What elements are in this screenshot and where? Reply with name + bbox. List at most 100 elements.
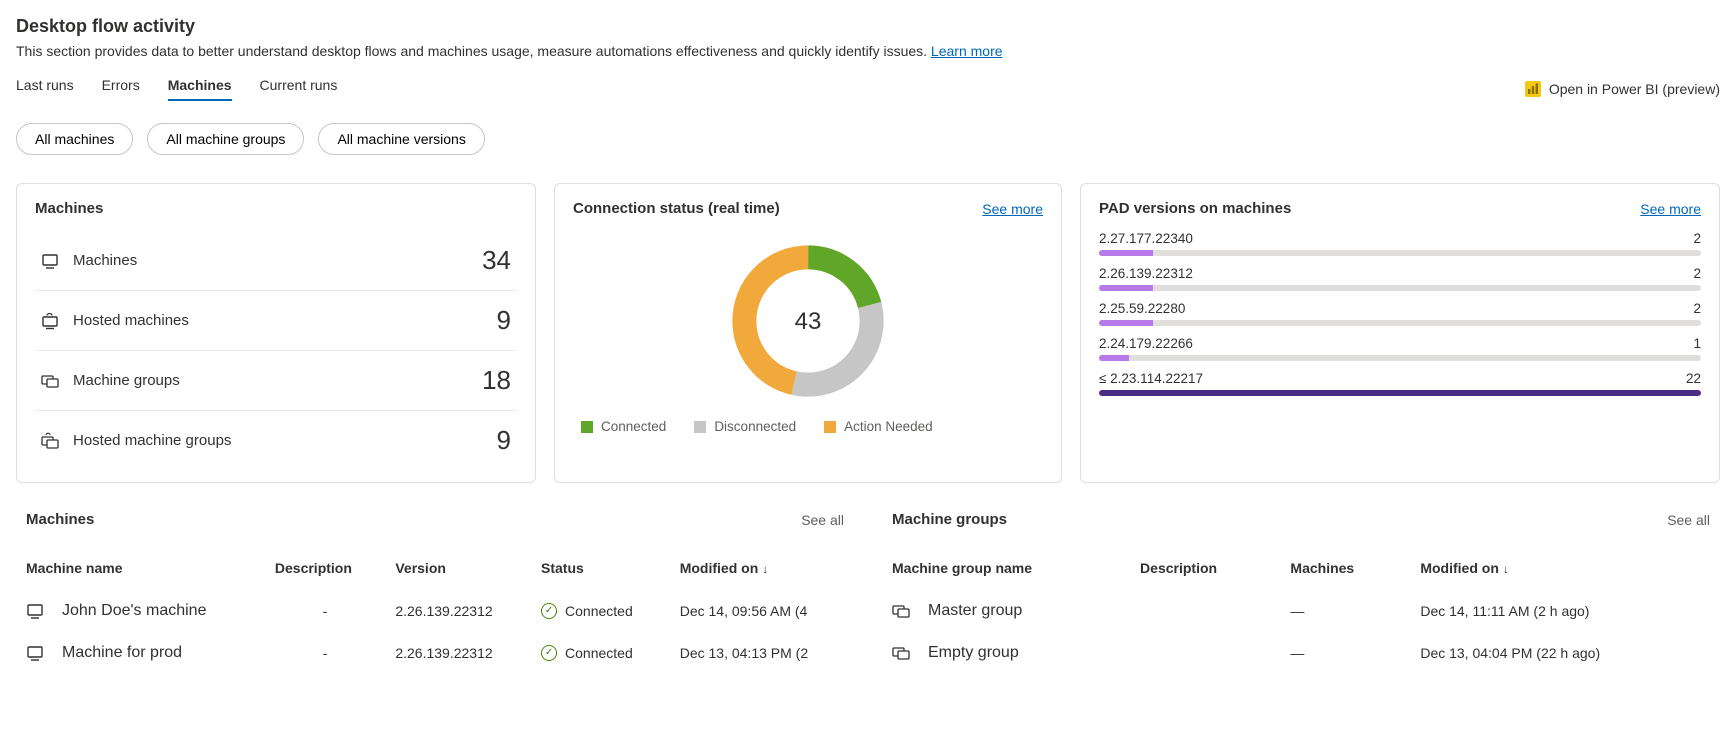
stat-value: 9 — [497, 305, 511, 336]
learn-more-link[interactable]: Learn more — [931, 43, 1003, 59]
legend-label: Action Needed — [844, 419, 933, 434]
column-header-modified-on[interactable]: Modified on↓ — [1410, 550, 1720, 590]
pad-bar-fill — [1099, 355, 1129, 361]
pad-version-count: 22 — [1686, 371, 1701, 386]
legend-item-action-needed: Action Needed — [824, 419, 933, 434]
machine-groups-table: Machine group nameDescriptionMachinesMod… — [882, 550, 1720, 674]
column-header-machine-group-name[interactable]: Machine group name — [882, 550, 1130, 590]
column-header-machine-name[interactable]: Machine name — [16, 550, 265, 590]
pad-version-label: 2.27.177.22340 — [1099, 231, 1193, 246]
machines-table-card: Machines See all Machine nameDescription… — [16, 511, 854, 674]
pad-versions-card: PAD versions on machines See more 2.27.1… — [1080, 183, 1720, 483]
machine-name: John Doe's machine — [62, 602, 206, 620]
stat-label-text: Hosted machines — [73, 312, 189, 329]
machine-status: Connected — [565, 645, 633, 661]
group-name: Master group — [928, 602, 1022, 620]
open-in-powerbi-button[interactable]: Open in Power BI (preview) — [1525, 81, 1720, 97]
stat-row-hosted-machine-groups[interactable]: Hosted machine groups 9 — [35, 411, 517, 470]
pad-version-count: 2 — [1693, 301, 1701, 316]
desktop-group-icon — [892, 644, 910, 662]
machine-description: - — [265, 632, 385, 674]
sort-arrow-down-icon: ↓ — [762, 562, 768, 576]
legend-label: Connected — [601, 419, 666, 434]
tab-current-runs[interactable]: Current runs — [260, 77, 338, 101]
stat-row-machine-groups[interactable]: Machine groups 18 — [35, 351, 517, 411]
table-row[interactable]: John Doe's machine - 2.26.139.22312 ✓Con… — [16, 590, 854, 632]
column-header-description[interactable]: Description — [265, 550, 385, 590]
subtitle-text: This section provides data to better und… — [16, 43, 931, 59]
sort-arrow-down-icon: ↓ — [1503, 562, 1509, 576]
tabs-bar: Last runs Errors Machines Current runs — [16, 77, 337, 101]
pad-see-more-link[interactable]: See more — [1640, 201, 1701, 217]
machines-see-all-link[interactable]: See all — [801, 512, 844, 528]
machine-status: Connected — [565, 603, 633, 619]
pad-bar-track — [1099, 285, 1701, 291]
pad-version-label: ≤ 2.23.114.22217 — [1099, 371, 1203, 386]
tab-errors[interactable]: Errors — [102, 77, 140, 101]
table-row[interactable]: Machine for prod - 2.26.139.22312 ✓Conne… — [16, 632, 854, 674]
tab-last-runs[interactable]: Last runs — [16, 77, 74, 101]
filter-pills-row: All machines All machine groups All machin… — [16, 123, 1720, 155]
table-row[interactable]: Empty group — Dec 13, 04:04 PM (22 h ago… — [882, 632, 1720, 674]
pad-bar-track — [1099, 390, 1701, 396]
machine-groups-table-card: Machine groups See all Machine group nam… — [882, 511, 1720, 674]
pad-version-row[interactable]: ≤ 2.23.114.22217 22 — [1099, 371, 1701, 396]
stat-label-text: Hosted machine groups — [73, 432, 231, 449]
pad-version-row[interactable]: 2.25.59.22280 2 — [1099, 301, 1701, 326]
column-header-status[interactable]: Status — [531, 550, 670, 590]
pad-versions-title: PAD versions on machines — [1099, 200, 1291, 217]
machine-description: - — [265, 590, 385, 632]
group-machines-count: — — [1280, 590, 1410, 632]
tab-machines[interactable]: Machines — [168, 77, 232, 101]
pad-bar-track — [1099, 320, 1701, 326]
desktop-icon — [41, 252, 59, 270]
pad-version-count: 1 — [1693, 336, 1701, 351]
machine-modified: Dec 14, 09:56 AM (4 — [670, 590, 854, 632]
stat-row-hosted-machines[interactable]: Hosted machines 9 — [35, 291, 517, 351]
column-header-modified-on[interactable]: Modified on↓ — [670, 550, 854, 590]
stat-row-machines[interactable]: Machines 34 — [35, 231, 517, 291]
filter-pill-all-machine-groups[interactable]: All machine groups — [147, 123, 304, 155]
column-header-description[interactable]: Description — [1130, 550, 1280, 590]
group-modified: Dec 13, 04:04 PM (22 h ago) — [1410, 632, 1720, 674]
legend-label: Disconnected — [714, 419, 796, 434]
filter-pill-all-machine-versions[interactable]: All machine versions — [318, 123, 484, 155]
cloud-desktop-icon — [41, 312, 59, 330]
filter-pill-all-machines[interactable]: All machines — [16, 123, 133, 155]
pad-version-label: 2.26.139.22312 — [1099, 266, 1193, 281]
pad-bar-fill — [1099, 250, 1153, 256]
donut-center-value: 43 — [795, 308, 822, 335]
pad-version-count: 2 — [1693, 231, 1701, 246]
column-header-machines[interactable]: Machines — [1280, 550, 1410, 590]
pad-version-row[interactable]: 2.24.179.22266 1 — [1099, 336, 1701, 361]
stat-label-text: Machines — [73, 252, 137, 269]
page-title: Desktop flow activity — [16, 16, 1720, 37]
check-circle-icon: ✓ — [541, 645, 557, 661]
connection-donut-chart: 43 — [573, 231, 1043, 411]
machine-groups-table-title: Machine groups — [892, 511, 1007, 528]
desktop-icon — [26, 602, 44, 620]
stat-label-text: Machine groups — [73, 372, 180, 389]
cloud-group-icon — [41, 432, 59, 450]
machine-modified: Dec 13, 04:13 PM (2 — [670, 632, 854, 674]
desktop-icon — [26, 644, 44, 662]
desktop-group-icon — [892, 602, 910, 620]
column-header-version[interactable]: Version — [385, 550, 531, 590]
group-description — [1130, 590, 1280, 632]
pad-version-count: 2 — [1693, 266, 1701, 281]
groups-see-all-link[interactable]: See all — [1667, 512, 1710, 528]
machine-name: Machine for prod — [62, 644, 182, 662]
pad-version-row[interactable]: 2.26.139.22312 2 — [1099, 266, 1701, 291]
connection-status-title: Connection status (real time) — [573, 200, 780, 217]
legend-item-disconnected: Disconnected — [694, 419, 796, 434]
legend-swatch — [694, 421, 706, 433]
legend-swatch — [581, 421, 593, 433]
pad-version-row[interactable]: 2.27.177.22340 2 — [1099, 231, 1701, 256]
table-row[interactable]: Master group — Dec 14, 11:11 AM (2 h ago… — [882, 590, 1720, 632]
stat-value: 34 — [482, 245, 511, 276]
connection-see-more-link[interactable]: See more — [982, 201, 1043, 217]
check-circle-icon: ✓ — [541, 603, 557, 619]
pad-bar-fill — [1099, 285, 1153, 291]
open-in-powerbi-label: Open in Power BI (preview) — [1549, 81, 1720, 97]
page-subtitle: This section provides data to better und… — [16, 43, 1720, 59]
